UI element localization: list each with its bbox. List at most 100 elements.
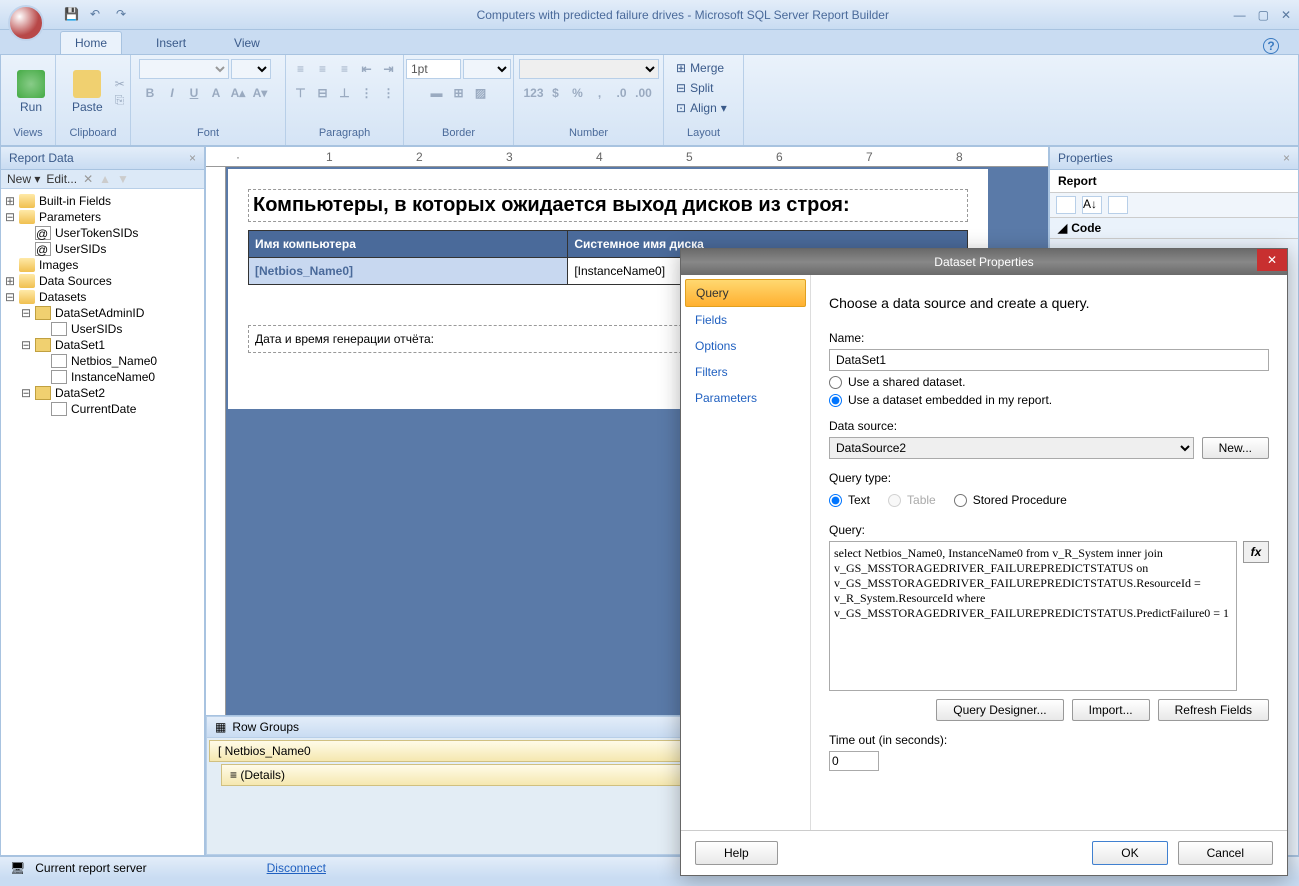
disconnect-link[interactable]: Disconnect xyxy=(267,861,326,875)
borders-button[interactable]: ⊞ xyxy=(448,83,470,103)
datasource-select[interactable]: DataSource2 xyxy=(829,437,1194,459)
tree-userSIDs[interactable]: @UserSIDs xyxy=(5,241,200,257)
alphabetize-button[interactable]: A↓ xyxy=(1082,196,1102,214)
name-input[interactable] xyxy=(829,349,1269,371)
fill-color-button[interactable]: ▨ xyxy=(470,83,492,103)
undo-icon[interactable]: ↶ xyxy=(90,7,106,23)
query-designer-button[interactable]: Query Designer... xyxy=(936,699,1063,721)
tree-ds1[interactable]: ⊟DataSet1 xyxy=(5,337,200,353)
grow-font-button[interactable]: A▴ xyxy=(227,83,249,103)
run-button[interactable]: Run xyxy=(9,66,53,118)
redo-icon[interactable]: ↷ xyxy=(116,7,132,23)
tree-ds2[interactable]: ⊟DataSet2 xyxy=(5,385,200,401)
panel-close-icon[interactable]: × xyxy=(189,151,196,165)
app-orb[interactable] xyxy=(8,5,44,41)
paste-button[interactable]: Paste xyxy=(64,66,111,118)
tree-datasets[interactable]: ⊟Datasets xyxy=(5,289,200,305)
bold-button[interactable]: B xyxy=(139,83,161,103)
timeout-input[interactable] xyxy=(829,751,879,771)
tree-parameters[interactable]: ⊟Parameters xyxy=(5,209,200,225)
underline-button[interactable]: U xyxy=(183,83,205,103)
import-button[interactable]: Import... xyxy=(1072,699,1150,721)
tree-images[interactable]: Images xyxy=(5,257,200,273)
nav-fields[interactable]: Fields xyxy=(685,307,806,333)
qt-sp-row[interactable]: Stored Procedure xyxy=(954,493,1067,507)
tree-usersids-col[interactable]: UserSIDs xyxy=(5,321,200,337)
move-down-icon[interactable]: ▼ xyxy=(117,172,129,186)
query-textarea[interactable] xyxy=(829,541,1237,691)
categorize-button[interactable] xyxy=(1056,196,1076,214)
minimize-icon[interactable]: — xyxy=(1234,8,1246,22)
new-button[interactable]: New ▾ xyxy=(7,172,40,186)
nav-parameters[interactable]: Parameters xyxy=(685,385,806,411)
help-icon[interactable]: ? xyxy=(1263,38,1279,54)
number-format-select[interactable] xyxy=(519,59,659,79)
tree-builtin[interactable]: ⊞Built-in Fields xyxy=(5,193,200,209)
refresh-fields-button[interactable]: Refresh Fields xyxy=(1158,699,1269,721)
dialog-close-button[interactable]: ✕ xyxy=(1257,249,1287,271)
shared-radio-row[interactable]: Use a shared dataset. xyxy=(829,375,1269,389)
edit-button[interactable]: Edit... xyxy=(46,172,77,186)
split-button[interactable]: ⊟Split xyxy=(672,79,717,97)
delete-icon[interactable]: ✕ xyxy=(83,172,93,186)
tree-usertokenSIDs[interactable]: @UserTokenSIDs xyxy=(5,225,200,241)
align-middle-button[interactable]: ⊟ xyxy=(312,83,334,103)
align-left-button[interactable]: ≡ xyxy=(290,59,312,79)
maximize-icon[interactable]: ▢ xyxy=(1258,8,1269,22)
align-bottom-button[interactable]: ⊥ xyxy=(334,83,356,103)
move-up-icon[interactable]: ▲ xyxy=(99,172,111,186)
align-top-button[interactable]: ⊤ xyxy=(290,83,312,103)
tree-datasources[interactable]: ⊞Data Sources xyxy=(5,273,200,289)
font-size-select[interactable] xyxy=(231,59,271,79)
close-icon[interactable]: ✕ xyxy=(1281,8,1291,22)
embedded-radio[interactable] xyxy=(829,394,842,407)
increase-indent-button[interactable]: ⇥ xyxy=(378,59,400,79)
align-button[interactable]: ⊡Align ▾ xyxy=(672,99,731,117)
save-icon[interactable]: 💾 xyxy=(64,7,80,23)
border-color-button[interactable]: ▬ xyxy=(426,83,448,103)
align-right-button[interactable]: ≡ xyxy=(334,59,356,79)
property-category[interactable]: ◢Code xyxy=(1050,218,1298,239)
percent-button[interactable]: % xyxy=(567,83,589,103)
shrink-font-button[interactable]: A▾ xyxy=(249,83,271,103)
tab-view[interactable]: View xyxy=(220,32,274,54)
bullets-button[interactable]: ⋮ xyxy=(356,83,378,103)
merge-button[interactable]: ⊞Merge xyxy=(672,59,728,77)
fx-button[interactable]: fx xyxy=(1243,541,1269,563)
panel-close-icon[interactable]: × xyxy=(1283,151,1290,165)
ok-button[interactable]: OK xyxy=(1092,841,1167,865)
italic-button[interactable]: I xyxy=(161,83,183,103)
nav-query[interactable]: Query xyxy=(685,279,806,307)
cancel-button[interactable]: Cancel xyxy=(1178,841,1273,865)
tree-currentdate[interactable]: CurrentDate xyxy=(5,401,200,417)
border-style-select[interactable] xyxy=(463,59,511,79)
tree-netbios[interactable]: Netbios_Name0 xyxy=(5,353,200,369)
border-weight-select[interactable] xyxy=(406,59,461,79)
currency-button[interactable]: $ xyxy=(545,83,567,103)
qt-sp-radio[interactable] xyxy=(954,494,967,507)
property-pages-button[interactable] xyxy=(1108,196,1128,214)
tab-home[interactable]: Home xyxy=(60,31,122,54)
embedded-radio-row[interactable]: Use a dataset embedded in my report. xyxy=(829,393,1269,407)
align-center-button[interactable]: ≡ xyxy=(312,59,334,79)
placeholder-button[interactable]: 123 xyxy=(523,83,545,103)
copy-icon[interactable]: ⎘ xyxy=(115,93,131,107)
font-family-select[interactable] xyxy=(139,59,229,79)
decrease-decimal-button[interactable]: .00 xyxy=(633,83,655,103)
font-color-button[interactable]: A xyxy=(205,83,227,103)
dialog-titlebar[interactable]: Dataset Properties ✕ xyxy=(681,249,1287,275)
numbering-button[interactable]: ⋮ xyxy=(378,83,400,103)
qt-text-radio[interactable] xyxy=(829,494,842,507)
nav-options[interactable]: Options xyxy=(685,333,806,359)
cut-icon[interactable]: ✂ xyxy=(115,77,131,91)
column-header-1[interactable]: Имя компьютера xyxy=(249,231,568,258)
nav-filters[interactable]: Filters xyxy=(685,359,806,385)
report-title-textbox[interactable]: Компьютеры, в которых ожидается выход ди… xyxy=(248,189,968,222)
shared-radio[interactable] xyxy=(829,376,842,389)
new-datasource-button[interactable]: New... xyxy=(1202,437,1269,459)
decrease-indent-button[interactable]: ⇤ xyxy=(356,59,378,79)
help-button[interactable]: Help xyxy=(695,841,778,865)
tree-dsadmin[interactable]: ⊟DataSetAdminID xyxy=(5,305,200,321)
thousands-button[interactable]: , xyxy=(589,83,611,103)
tree-instance[interactable]: InstanceName0 xyxy=(5,369,200,385)
